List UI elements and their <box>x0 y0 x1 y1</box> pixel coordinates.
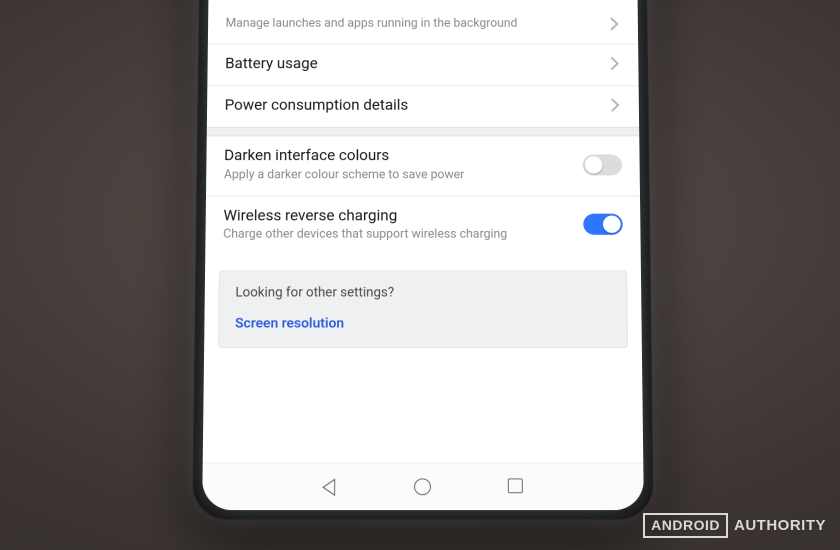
row-launch-subtitle: Manage launches and apps running in the … <box>226 16 598 32</box>
darken-subtitle: Apply a darker colour scheme to save pow… <box>224 167 573 183</box>
row-battery-title: Battery usage <box>225 54 597 74</box>
square-recents-icon <box>508 478 523 493</box>
section-divider <box>207 127 640 136</box>
wireless-subtitle: Charge other devices that support wirele… <box>223 228 574 244</box>
row-launch-manage[interactable]: Manage launches and apps running in the … <box>208 7 638 44</box>
home-button[interactable] <box>414 478 432 496</box>
triangle-back-icon <box>320 478 334 496</box>
back-button[interactable] <box>320 478 338 496</box>
phone-frame: Manage launches and apps running in the … <box>192 0 654 520</box>
wireless-toggle[interactable] <box>583 214 623 235</box>
screen: Manage launches and apps running in the … <box>202 0 644 510</box>
row-power-details[interactable]: Power consumption details <box>207 86 639 127</box>
watermark: ANDROID AUTHORITY <box>643 513 826 538</box>
settings-content: Manage launches and apps running in the … <box>203 0 644 463</box>
android-navbar <box>202 463 644 510</box>
row-wireless-reverse[interactable]: Wireless reverse charging Charge other d… <box>205 196 640 255</box>
other-settings-tip: Looking for other settings? Screen resol… <box>218 271 628 349</box>
row-darken-colours[interactable]: Darken interface colours Apply a darker … <box>206 136 640 196</box>
darken-title: Darken interface colours <box>224 146 573 166</box>
watermark-text: AUTHORITY <box>734 517 826 534</box>
row-power-title: Power consumption details <box>225 95 598 115</box>
circle-home-icon <box>414 478 431 495</box>
offscreen-spacer <box>208 0 637 7</box>
tip-link-screen-resolution[interactable]: Screen resolution <box>235 316 611 332</box>
recents-button[interactable] <box>508 478 526 496</box>
tip-question: Looking for other settings? <box>235 285 610 300</box>
darken-toggle[interactable] <box>583 154 622 175</box>
row-battery-usage[interactable]: Battery usage <box>207 45 638 86</box>
wireless-title: Wireless reverse charging <box>223 206 573 226</box>
watermark-box: ANDROID <box>643 513 728 538</box>
